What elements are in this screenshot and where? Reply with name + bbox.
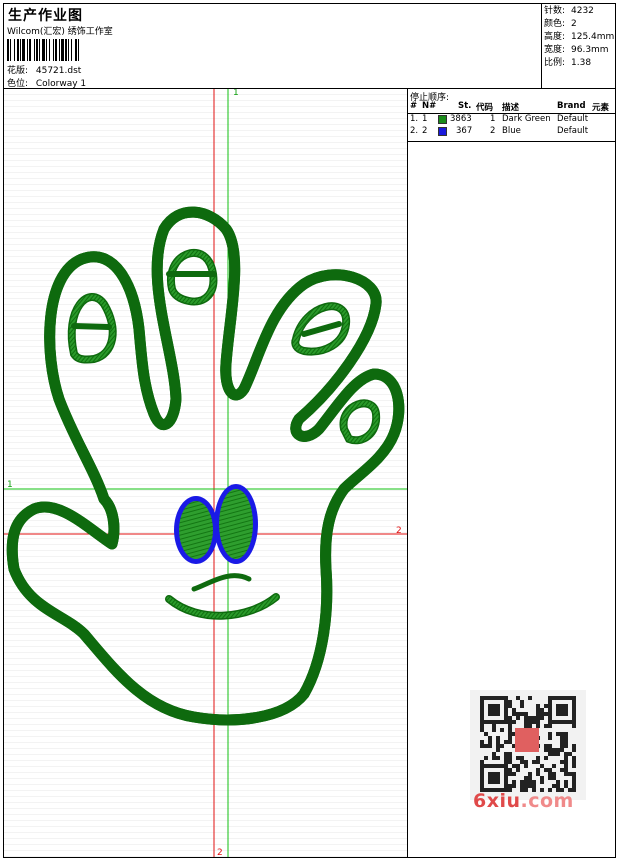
colorway-label: 色位: [7,79,29,89]
hand-outline [12,212,399,720]
page-title: 生产作业图 [8,8,83,24]
marker-v-green: 1 [233,89,239,98]
design-file-line: 花版: 45721.dst [7,63,81,76]
header: 生产作业图 Wilcom(汇宏) 绣饰工作室 花版: 45721.dst 色位:… [3,3,616,89]
marker-h-green: 1 [7,480,13,490]
colorway-line: 色位: Colorway 1 [7,76,86,89]
table-row[interactable]: 1. 1 3863 1 Dark Green Default [408,114,616,126]
eyes [174,484,258,564]
marker-v-red: 2 [217,848,223,857]
watermark-url: 6xiu.com [473,790,574,812]
panel-divider [408,141,616,142]
color-swatch [438,115,447,124]
company-name: Wilcom(汇宏) 绣饰工作室 [7,27,113,37]
smile [165,573,280,620]
stat-height: 高度: 125.4mm [544,32,615,42]
stat-stitches: 针数: 4232 [544,6,594,16]
design-file-value: 45721.dst [35,66,82,76]
table-row[interactable]: 2. 2 367 2 Blue Default [408,126,616,138]
colorway-value: Colorway 1 [35,79,87,89]
barcode [7,39,79,61]
embroidery-preview: 1 1 2 2 [4,89,407,857]
design-canvas[interactable]: 1 1 2 2 [4,89,408,857]
marker-h-red: 2 [396,526,402,536]
stat-width: 宽度: 96.3mm [544,45,609,55]
table-header: # N# St. 代码 描述 Brand 元素 [408,101,616,114]
color-swatch [438,127,447,136]
stats-box: 针数: 4232 颜色: 2 高度: 125.4mm 宽度: 96.3mm 比例: 1.3… [541,3,616,89]
stat-scale: 比例: 1.38 [544,58,592,68]
stat-colors: 颜色: 2 [544,19,577,29]
seal-icon [515,728,539,752]
design-label: 花版: [7,66,29,76]
stop-sequence-table: # N# St. 代码 描述 Brand 元素 1. 1 3863 1 Dark… [408,101,616,138]
